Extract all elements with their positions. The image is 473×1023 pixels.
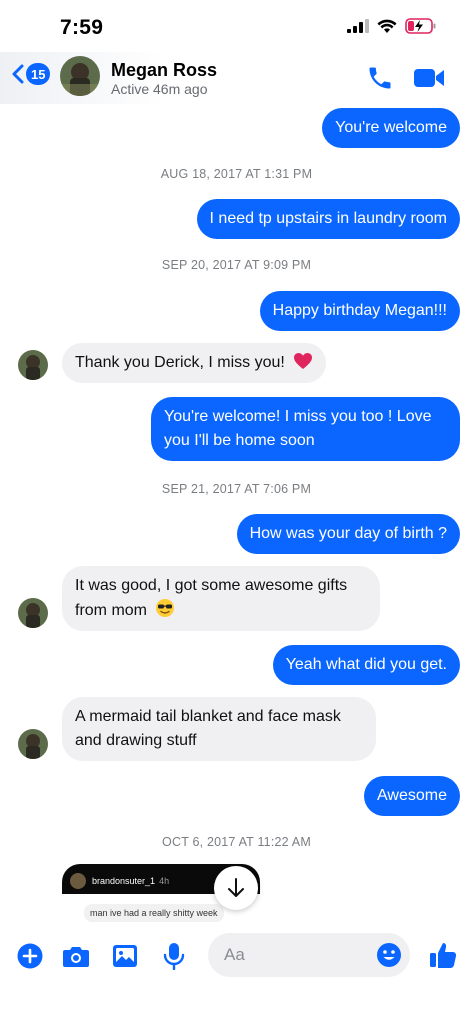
contact-name[interactable]: Megan Ross xyxy=(111,60,217,81)
conversation-header: 15 Megan Ross Active 46m ago xyxy=(0,52,473,104)
message-text-line-wrap: from mom xyxy=(75,598,367,623)
message-input-wrapper xyxy=(208,933,410,977)
message-bubble-outgoing[interactable]: You're welcome! I miss you too ! Love yo… xyxy=(151,397,460,461)
message-text-line: It was good, I got some awesome gifts xyxy=(75,577,348,594)
contact-active-status: Active 46m ago xyxy=(111,81,208,97)
back-chevron-icon xyxy=(12,64,24,84)
message-bubble-outgoing[interactable]: Yeah what did you get. xyxy=(272,645,460,685)
message-text-line: You're welcome! I miss you too ! Love xyxy=(164,408,432,425)
contact-avatar[interactable] xyxy=(60,56,100,96)
scroll-to-bottom-button[interactable] xyxy=(214,866,258,910)
thumbs-up-button[interactable] xyxy=(428,940,458,970)
message-text-line: from mom xyxy=(75,602,147,619)
sender-avatar[interactable] xyxy=(18,729,48,759)
arrow-down-icon xyxy=(228,878,244,897)
timestamp: SEP 21, 2017 AT 7:06 PM xyxy=(161,482,312,496)
status-time: 7:59 xyxy=(60,16,104,39)
timestamp: AUG 18, 2017 AT 1:31 PM xyxy=(160,167,313,181)
unread-count-badge: 15 xyxy=(26,63,51,85)
message-bubble-outgoing[interactable]: I need tp upstairs in laundry room xyxy=(196,199,460,239)
battery-charging-icon xyxy=(405,18,436,34)
message-text: Yeah what did you get. xyxy=(285,656,447,673)
message-bubble-incoming[interactable]: Thank you Derick, I miss you! xyxy=(62,343,327,383)
timestamp: OCT 6, 2017 AT 11:22 AM xyxy=(162,835,311,849)
message-bubble-incoming[interactable]: A mermaid tail blanket and face mask and… xyxy=(62,697,376,761)
emoji-icon xyxy=(377,943,401,967)
message-bubble-outgoing[interactable]: You're welcome xyxy=(322,108,460,148)
video-call-button[interactable] xyxy=(412,65,446,91)
voice-call-button[interactable] xyxy=(366,64,394,92)
shared-story-age: 4h xyxy=(159,876,170,886)
avatar-image xyxy=(18,598,48,628)
message-text: Awesome xyxy=(377,787,447,804)
message-text: Happy birthday Megan!!! xyxy=(272,302,447,319)
sunglasses-emoji-icon xyxy=(156,599,175,617)
status-bar: 7:59 xyxy=(0,0,473,52)
message-text-line: you I'll be home soon xyxy=(164,432,315,449)
message-text: Thank you Derick, I miss you! xyxy=(75,354,285,371)
thumbs-up-icon xyxy=(430,943,457,968)
sender-avatar[interactable] xyxy=(18,598,48,628)
camera-icon xyxy=(63,947,89,967)
shared-story-user: brandonsuter_1 4h xyxy=(92,876,169,886)
emoji-button[interactable] xyxy=(376,942,402,968)
more-actions-button[interactable] xyxy=(16,942,44,970)
avatar-image xyxy=(18,350,48,380)
message-text-line: A mermaid tail blanket and face mask xyxy=(75,708,341,725)
avatar-image xyxy=(18,729,48,759)
back-button[interactable]: 15 xyxy=(12,63,51,85)
message-bubble-outgoing[interactable]: Awesome xyxy=(364,776,460,816)
camera-button[interactable] xyxy=(62,942,90,970)
message-text: How was your day of birth ? xyxy=(249,525,447,542)
status-icons xyxy=(347,18,437,34)
photo-icon xyxy=(113,945,137,967)
shared-story-username: brandonsuter_1 xyxy=(92,876,156,886)
message-input[interactable] xyxy=(224,943,374,967)
microphone-icon xyxy=(163,943,185,970)
avatar-image xyxy=(60,56,100,96)
message-bubble-outgoing[interactable]: Happy birthday Megan!!! xyxy=(259,291,460,331)
message-bubble-incoming[interactable]: It was good, I got some awesome gifts fr… xyxy=(62,566,380,631)
wifi-icon xyxy=(377,19,397,33)
plus-icon xyxy=(17,943,43,969)
message-text: You're welcome xyxy=(335,119,447,136)
red-heart-emoji-icon xyxy=(294,353,313,369)
shared-story-avatar xyxy=(70,873,86,889)
shared-story-caption: man ive had a really shitty week xyxy=(84,904,224,922)
phone-icon xyxy=(369,67,391,89)
signal-icon xyxy=(347,19,369,33)
voice-message-button[interactable] xyxy=(160,942,188,970)
sender-avatar[interactable] xyxy=(18,350,48,380)
message-composer xyxy=(0,928,473,988)
photo-gallery-button[interactable] xyxy=(111,942,139,970)
message-bubble-outgoing[interactable]: How was your day of birth ? xyxy=(236,514,460,554)
video-camera-icon xyxy=(414,69,444,87)
message-text: I need tp upstairs in laundry room xyxy=(209,210,447,227)
timestamp: SEP 20, 2017 AT 9:09 PM xyxy=(161,258,312,272)
message-text-line: and drawing stuff xyxy=(75,732,197,749)
